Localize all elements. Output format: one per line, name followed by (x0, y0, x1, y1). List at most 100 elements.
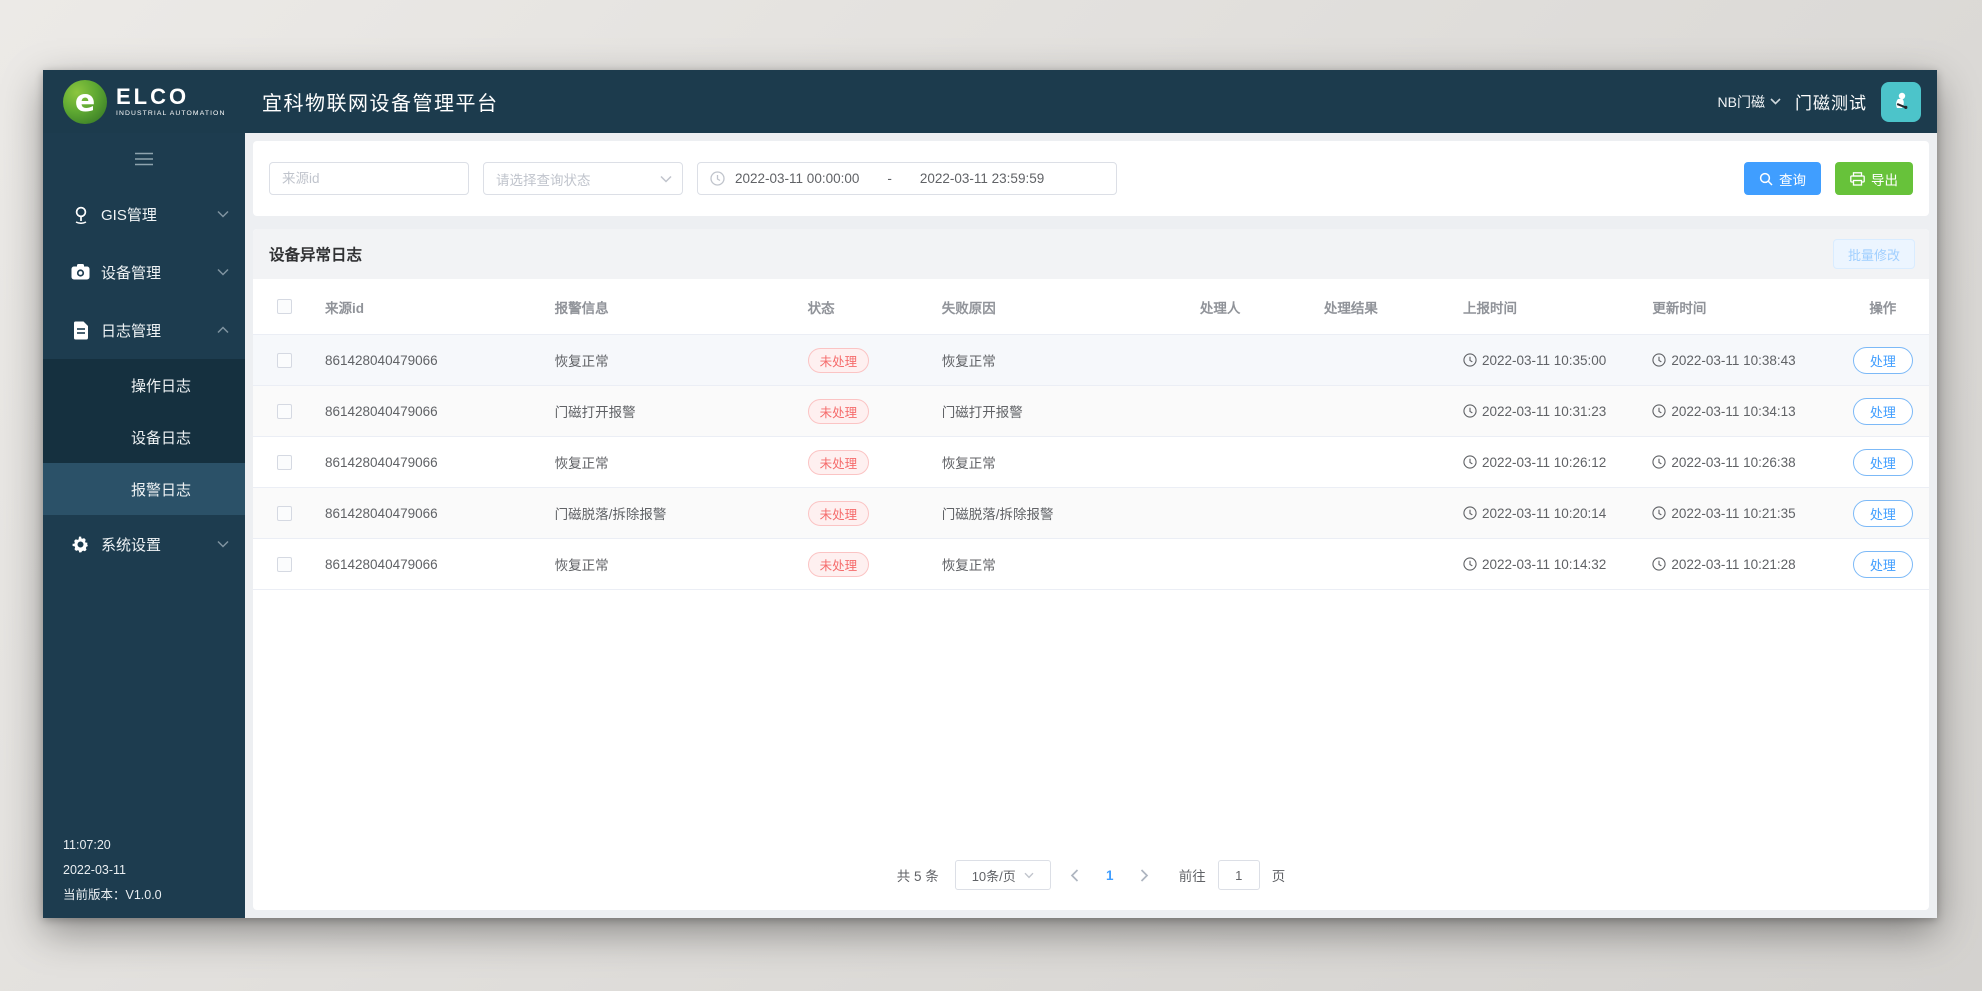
date-end-value: 2022-03-11 23:59:59 (919, 171, 1045, 186)
version-label: 当前版本：V1.0.0 (63, 888, 162, 902)
sidebar-item-devices[interactable]: 设备管理 (43, 243, 245, 301)
printer-icon (1850, 171, 1865, 186)
cell-reason: 恢复正常 (941, 354, 996, 369)
cell-handler (1190, 437, 1314, 487)
sidebar-subitem-operation-log[interactable]: 操作日志 (43, 359, 245, 411)
clock-icon (710, 171, 725, 186)
cell-reason: 恢复正常 (941, 558, 996, 573)
cell-updated: 2022-03-11 10:21:28 (1671, 556, 1796, 572)
chevron-down-icon (217, 210, 229, 218)
sidebar-item-logs[interactable]: 日志管理 (43, 301, 245, 359)
panel-title: 设备异常日志 (269, 247, 363, 264)
table-row: 861428040479066 恢复正常 未处理 恢复正常 2022-03-11… (253, 335, 1929, 386)
sidebar-item-label: 设备管理 (101, 264, 162, 282)
avatar[interactable] (1881, 81, 1921, 122)
handle-button[interactable]: 处理 (1852, 346, 1913, 374)
current-page-button[interactable]: 1 (1099, 868, 1121, 883)
table-row: 861428040479066 门磁脱落/拆除报警 未处理 门磁脱落/拆除报警 … (253, 488, 1929, 539)
status-badge: 未处理 (807, 398, 870, 424)
handle-button[interactable]: 处理 (1852, 448, 1913, 476)
next-page-button[interactable] (1133, 861, 1157, 889)
sidebar: GIS管理 设备管理 日志管理 操作日志 设备日志 报警日志 系统设置 11:0… (43, 133, 245, 918)
cell-alarm: 恢复正常 (554, 558, 609, 573)
cell-source-id: 861428040479066 (325, 352, 438, 368)
cell-handler (1190, 539, 1314, 589)
date-start-value: 2022-03-11 00:00:00 (735, 171, 860, 186)
source-id-input[interactable] (269, 162, 469, 195)
cell-updated: 2022-03-11 10:38:43 (1671, 352, 1796, 368)
avatar-figure-icon (1896, 92, 1908, 109)
cell-updated: 2022-03-11 10:21:35 (1671, 505, 1796, 521)
cell-handler (1190, 386, 1314, 436)
sidebar-item-settings[interactable]: 系统设置 (43, 515, 245, 573)
cell-result (1314, 488, 1453, 538)
status-select-placeholder: 请选择查询状态 (496, 172, 591, 188)
clock-icon (1652, 353, 1666, 367)
row-checkbox[interactable] (276, 454, 292, 470)
cell-alarm: 门磁打开报警 (554, 405, 636, 420)
product-dropdown[interactable]: NB门磁 (1718, 92, 1781, 112)
page-title: 宜科物联网设备管理平台 (262, 93, 499, 115)
cell-source-id: 861428040479066 (325, 556, 438, 572)
status-select[interactable]: 请选择查询状态 (483, 162, 683, 195)
chevron-down-icon (1024, 872, 1034, 879)
row-checkbox[interactable] (276, 352, 292, 368)
filter-bar: 请选择查询状态 2022-03-11 00:00:00 - 2022-03-1 (253, 141, 1929, 216)
location-pin-icon (71, 205, 90, 224)
export-button[interactable]: 导出 (1835, 162, 1913, 195)
cell-reported: 2022-03-11 10:31:23 (1481, 403, 1607, 419)
batch-edit-button[interactable]: 批量修改 (1832, 239, 1915, 269)
cell-source-id: 861428040479066 (325, 403, 438, 419)
prev-page-button[interactable] (1063, 861, 1087, 889)
cell-source-id: 861428040479066 (325, 505, 438, 521)
sidebar-subitem-alarm-log[interactable]: 报警日志 (43, 463, 245, 515)
col-header-handler: 处理人 (1199, 300, 1241, 316)
cell-reason: 门磁打开报警 (941, 405, 1023, 420)
clock-icon (1463, 506, 1477, 520)
clock-time: 11:07:20 (63, 838, 111, 852)
cell-reported: 2022-03-11 10:14:32 (1481, 556, 1607, 572)
cell-updated: 2022-03-11 10:26:38 (1671, 454, 1796, 470)
clock-icon (1463, 353, 1477, 367)
sidebar-item-label: GIS管理 (101, 206, 157, 224)
status-badge: 未处理 (807, 500, 870, 526)
clock-icon (1652, 455, 1666, 469)
clock-icon (1463, 455, 1477, 469)
page-size-select[interactable]: 10条/页 (954, 860, 1051, 890)
cell-result (1314, 386, 1453, 436)
sidebar-item-gis[interactable]: GIS管理 (43, 185, 245, 243)
row-checkbox[interactable] (276, 505, 292, 521)
cell-reported: 2022-03-11 10:35:00 (1481, 352, 1607, 368)
goto-label: 前往 (1178, 869, 1206, 884)
clock-date: 2022-03-11 (63, 863, 127, 877)
clock-icon (1652, 506, 1666, 520)
sidebar-subitem-device-log[interactable]: 设备日志 (43, 411, 245, 463)
select-all-checkbox[interactable] (276, 299, 292, 314)
sidebar-footer: 11:07:20 2022-03-11 当前版本：V1.0.0 (43, 833, 245, 918)
handle-button[interactable]: 处理 (1852, 550, 1913, 578)
cell-alarm: 恢复正常 (554, 354, 609, 369)
pagination-total: 共 5 条 (896, 869, 939, 884)
log-table: 来源id 报警信息 状态 失败原因 处理人 处理结果 上报时间 更新时间 操作 … (253, 279, 1929, 590)
elco-logo-icon: e (63, 79, 107, 124)
col-header-status: 状态 (807, 300, 835, 316)
status-badge: 未处理 (807, 551, 870, 577)
sidebar-collapse-button[interactable] (43, 133, 245, 185)
search-button[interactable]: 查询 (1744, 162, 1821, 195)
date-range-picker[interactable]: 2022-03-11 00:00:00 - 2022-03-11 23:59:5… (697, 162, 1117, 195)
handle-button[interactable]: 处理 (1852, 397, 1913, 425)
handle-button[interactable]: 处理 (1852, 499, 1913, 527)
search-icon (1759, 172, 1773, 186)
cell-result (1314, 335, 1453, 385)
col-header-updated: 更新时间 (1652, 300, 1707, 316)
page-size-value: 10条/页 (971, 868, 1016, 884)
row-checkbox[interactable] (276, 556, 292, 572)
sidebar-item-label: 日志管理 (101, 322, 162, 340)
row-checkbox[interactable] (276, 403, 292, 419)
chevron-down-icon (1770, 98, 1781, 105)
goto-page-input[interactable] (1217, 860, 1260, 890)
cell-reason: 恢复正常 (941, 456, 996, 471)
logo-text: ELCO INDUSTRIAL AUTOMATION (116, 85, 225, 118)
cell-result (1314, 437, 1453, 487)
col-header-alarm: 报警信息 (554, 300, 609, 316)
